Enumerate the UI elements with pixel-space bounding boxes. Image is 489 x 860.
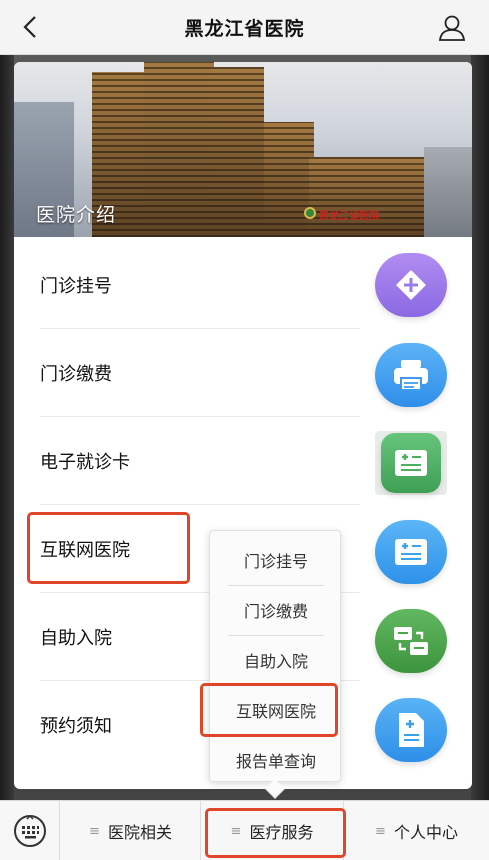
printer-icon [394,360,428,391]
banner-label: 医院介绍 [36,204,117,226]
submenu-item-report-query[interactable]: 报告单查询 [210,735,342,785]
internet-hospital-icon-button[interactable] [374,519,448,585]
card-plus-icon [395,450,427,476]
hospital-banner[interactable]: 黑龙江省医院 医院介绍 [14,62,472,237]
back-button[interactable] [14,10,46,44]
tab-hospital-info[interactable]: ≡ 医院相关 [61,801,201,860]
transfer-icon [394,627,428,655]
menu-item-label: 门诊挂号 [40,275,112,297]
user-icon [438,15,466,41]
header-bar: 黑龙江省医院 [0,0,489,55]
building-sign: 黑龙江省医院 [319,211,379,222]
tab-label: 个人中心 [393,823,458,842]
keyboard-icon [13,814,46,847]
menu-item-label: 门诊缴费 [40,363,112,385]
menu-lines-icon: ≡ [375,823,386,839]
highlight-tab-medical-services [205,808,346,858]
highlight-submenu-internet-hospital [200,683,338,737]
menu-item-e-card[interactable]: 电子就诊卡 [40,417,360,505]
menu-item-outpatient-registration[interactable]: 门诊挂号 [40,241,360,329]
page-title: 黑龙江省医院 [184,17,305,40]
registration-icon-button[interactable] [374,252,448,318]
menu-item-label: 自助入院 [40,627,112,649]
menu-item-label: 预约须知 [40,716,112,737]
highlight-internet-hospital-row [27,512,190,584]
payment-icon-button[interactable] [374,342,448,408]
menu-item-label: 电子就诊卡 [40,451,130,473]
submenu-item-outpatient-registration[interactable]: 门诊挂号 [210,535,342,585]
submenu-item-outpatient-payment[interactable]: 门诊缴费 [210,585,342,635]
card-plus-icon [395,539,427,565]
tab-label: 医院相关 [107,823,172,842]
menu-lines-icon: ≡ [89,823,100,839]
tab-personal-center[interactable]: ≡ 个人中心 [344,801,489,860]
booking-notice-icon-button[interactable] [374,697,448,763]
submenu-item-self-admission[interactable]: 自助入院 [210,635,342,685]
menu-item-outpatient-payment[interactable]: 门诊缴费 [40,329,360,417]
document-plus-icon [399,713,424,747]
submenu-popup: 门诊挂号 门诊缴费 自助入院 互联网医院 报告单查询 [209,530,342,799]
hospital-logo-icon [304,207,316,219]
user-button[interactable] [437,13,467,43]
keyboard-toggle-button[interactable] [0,801,60,860]
plus-diamond-icon [396,270,426,300]
self-admission-icon-button[interactable] [374,608,448,674]
e-card-icon-button[interactable] [374,430,448,496]
chevron-left-icon [23,16,36,38]
